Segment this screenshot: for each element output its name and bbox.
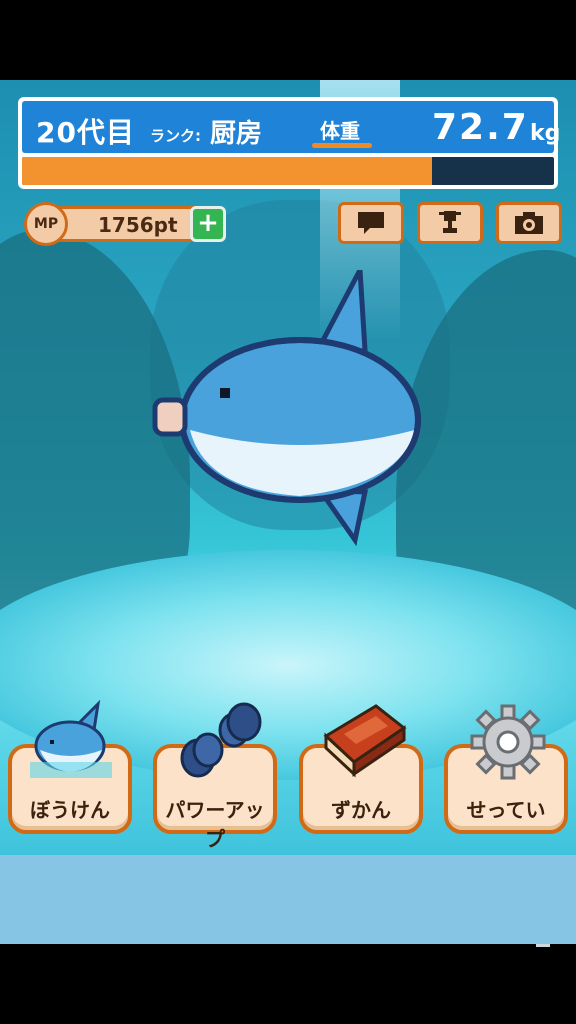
mp-value: 1756pt	[98, 213, 178, 237]
weight-value: 72.7	[432, 107, 529, 148]
add-mp-button[interactable]: +	[190, 206, 226, 242]
adventure-label: ぼうけん	[30, 798, 110, 822]
growth-progress-bar	[22, 157, 554, 185]
sunfish-character[interactable]	[150, 270, 430, 550]
trophy-icon	[439, 211, 461, 233]
trophy-button[interactable]	[417, 202, 483, 244]
mp-counter: MP 1756pt +	[24, 202, 230, 246]
settings-label: せってい	[466, 798, 546, 822]
sunfish-icon	[30, 700, 112, 778]
growth-progress-fill	[22, 157, 432, 185]
power-up-label: パワーアップ	[165, 798, 265, 851]
weight-label: 体重	[320, 119, 360, 143]
gear-icon	[470, 704, 546, 780]
camera-button[interactable]	[496, 202, 562, 244]
chat-icon	[358, 212, 384, 234]
rank-value: 厨房	[210, 119, 263, 149]
rank-label: ランク:	[150, 127, 201, 145]
nav-indicator	[536, 944, 550, 947]
status-header: 20代目 ランク: 厨房 体重 72.7 kg	[22, 101, 560, 153]
camera-icon	[515, 212, 543, 234]
status-panel: 20代目 ランク: 厨房 体重 72.7 kg	[18, 97, 560, 189]
encyclopedia-label: ずかん	[331, 798, 391, 822]
bottom-info-panel	[0, 855, 576, 944]
navigation-bar	[0, 944, 576, 1024]
book-icon	[323, 704, 407, 778]
weight-unit: kg	[530, 121, 561, 146]
weight-underline	[312, 143, 372, 148]
system-status-bar	[0, 0, 576, 80]
dumbbell-icon	[180, 702, 262, 778]
chat-button[interactable]	[338, 202, 404, 244]
generation-text: 20代目	[36, 116, 135, 149]
mp-badge: MP	[24, 202, 68, 246]
